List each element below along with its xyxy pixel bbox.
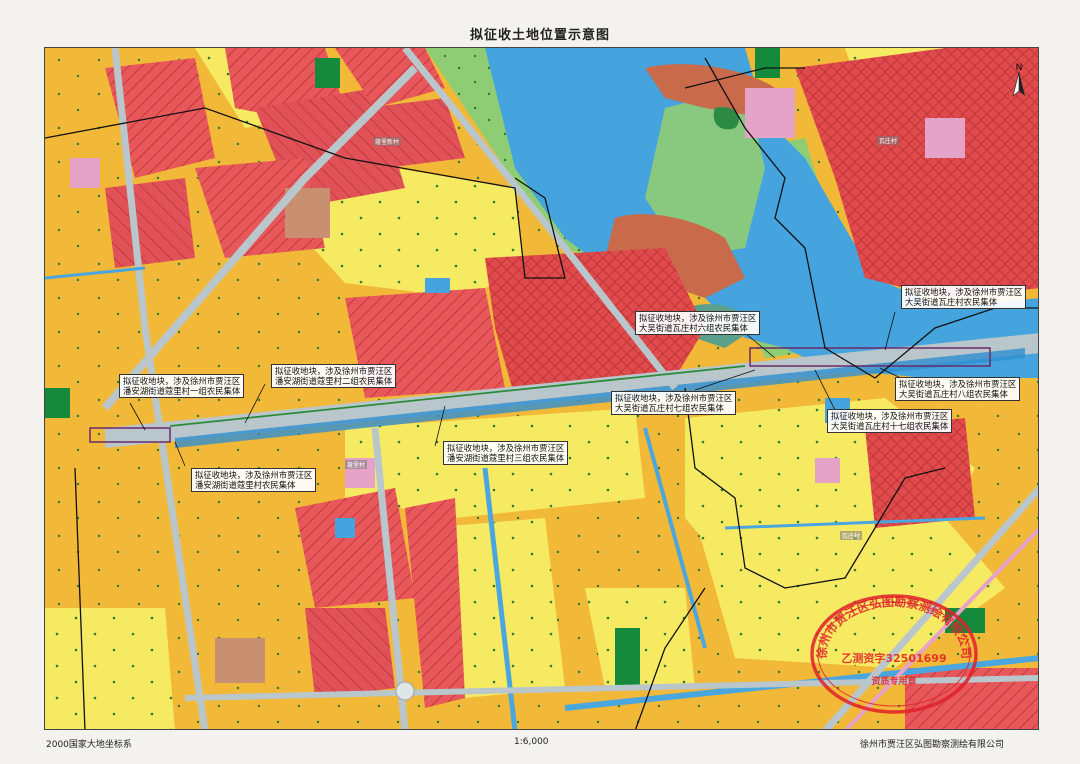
seal-bottom-text: 资质专用章 (871, 675, 916, 687)
dark-green-plot (615, 628, 640, 688)
parcel-label: 拟征收地块，涉及徐州市贾汪区 大吴街道瓦庄村七组农民集体 (611, 391, 737, 415)
parcel-label: 拟征收地块，涉及徐州市贾汪区 大吴街道瓦庄村十七组农民集体 (827, 409, 953, 433)
official-seal: 徐州市贾汪区弘图勘察测绘有限公司 乙测资字32501699 资质专用章 (804, 586, 984, 716)
dark-green-plot (45, 388, 70, 418)
pink-plot (925, 118, 965, 158)
map-title: 拟征收土地位置示意图 (469, 28, 610, 43)
parcel-label: 拟征收地块，涉及徐州市贾汪区 潘安湖街道蔻里村一组农民集体 (119, 374, 245, 398)
village-name: 蔻里村 (345, 460, 368, 469)
brown-plot (215, 638, 265, 683)
village-name: 蔻里新村 (373, 137, 402, 146)
parcel-label: 拟征收地块，涉及徐州市贾汪区 大吴街道瓦庄村六组农民集体 (635, 311, 761, 335)
coordinate-system: 2000国家大地坐标系 (46, 740, 132, 750)
seal-center-text: 乙测资字32501699 (841, 651, 946, 665)
residential-block (295, 488, 415, 608)
parcel-label: 拟征收地块，涉及徐州市贾汪区 潘安湖街道蔻里村农民集体 (191, 468, 317, 492)
roundabout (395, 681, 415, 701)
pink-plot (70, 158, 100, 188)
parcel-label: 拟征收地块，涉及徐州市贾汪区 潘安湖街道蔻里村二组农民集体 (271, 364, 397, 388)
dark-green-plot (315, 58, 340, 88)
blue-plot (335, 518, 355, 538)
residential-block (105, 178, 195, 268)
map-scale: 1:6,000 (514, 737, 549, 747)
blue-plot (425, 278, 450, 293)
village-name: 瓦庄村 (877, 136, 900, 145)
pink-plot (815, 458, 840, 483)
farmland-patch (45, 608, 175, 729)
parcel-label: 拟征收地块，涉及徐州市贾汪区 潘安湖街道蔻里村三组农民集体 (443, 441, 569, 465)
north-letter: N (1016, 63, 1023, 73)
seal-outer-text: 徐州市贾汪区弘图勘察测绘有限公司 (814, 594, 974, 661)
svg-text:徐州市贾汪区弘图勘察测绘有限公司: 徐州市贾汪区弘图勘察测绘有限公司 (814, 594, 974, 661)
north-arrow: N (1008, 60, 1030, 100)
dark-green-plot (755, 48, 780, 78)
pink-plot (745, 88, 795, 138)
company-name: 徐州市贾汪区弘图勘察测绘有限公司 (860, 740, 1005, 750)
parcel-label: 拟征收地块，涉及徐州市贾汪区 大吴街道瓦庄村八组农民集体 (895, 377, 1021, 401)
village-name: 瓦庄村 (840, 531, 863, 540)
residential-block (305, 608, 395, 698)
residential-area (865, 418, 975, 528)
parcel-label: 拟征收地块，涉及徐州市贾汪区 大吴街道瓦庄村农民集体 (901, 285, 1027, 309)
